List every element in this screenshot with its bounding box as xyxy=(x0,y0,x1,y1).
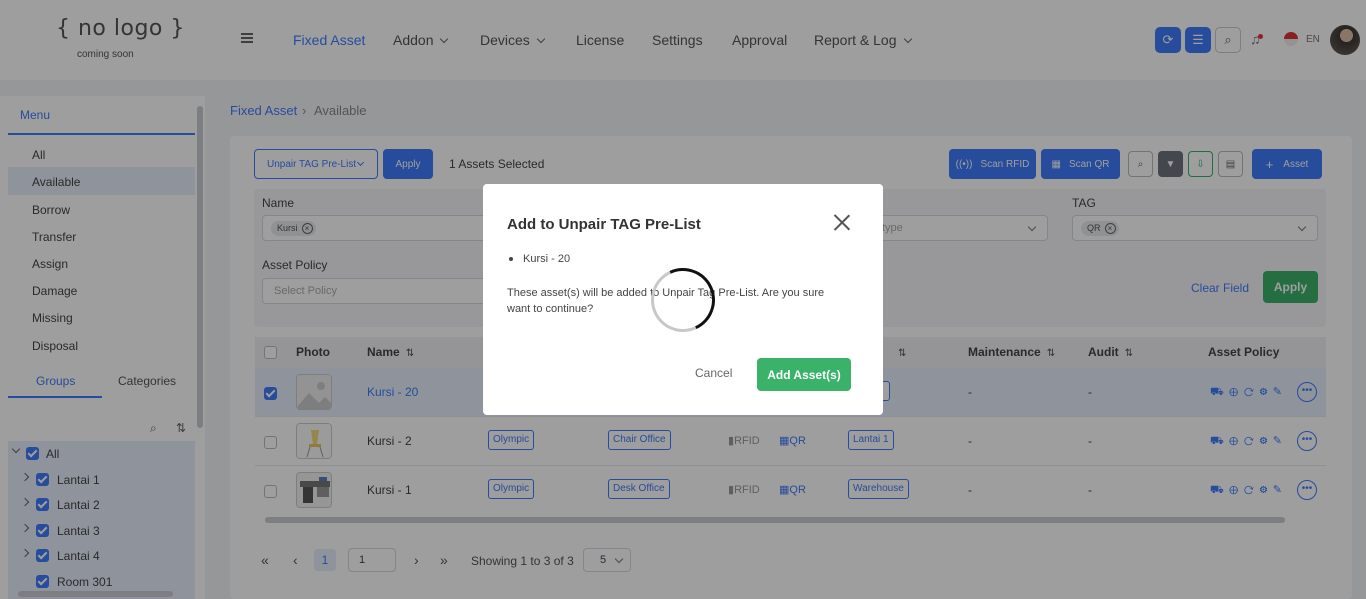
add-assets-button[interactable]: Add Asset(s) xyxy=(757,358,851,391)
cancel-button[interactable]: Cancel xyxy=(695,366,732,380)
dialog-asset-item: Kursi - 20 xyxy=(508,253,571,265)
close-icon[interactable] xyxy=(833,214,851,232)
dialog-title: Add to Unpair TAG Pre-List xyxy=(507,216,701,233)
